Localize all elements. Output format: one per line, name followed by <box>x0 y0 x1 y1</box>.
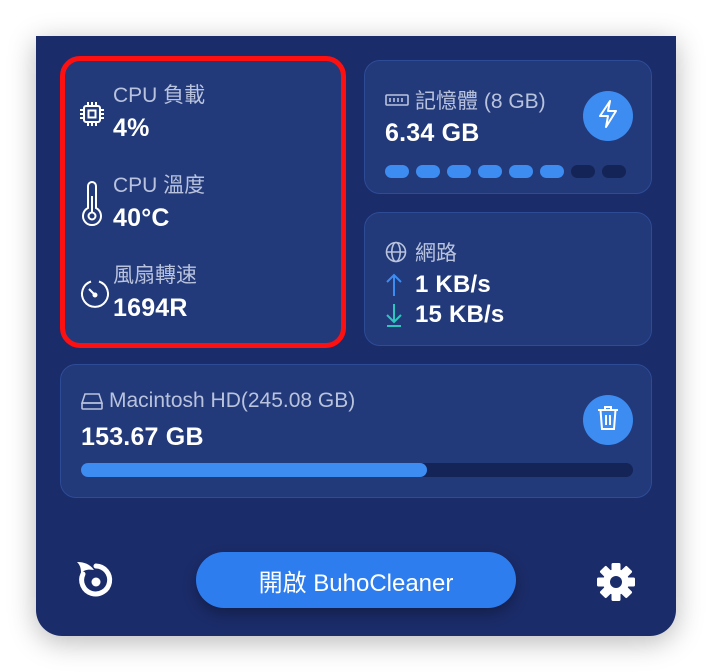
memory-dot <box>447 165 471 178</box>
download-arrow-icon <box>385 302 403 328</box>
open-buhocleaner-button[interactable]: 開啟 BuhoCleaner <box>196 552 516 608</box>
globe-icon <box>385 241 407 263</box>
network-label: 網路 <box>415 242 457 265</box>
memory-dot <box>509 165 533 178</box>
memory-card: 記憶體 (8 GB) 6.34 GB <box>364 60 652 194</box>
upload-arrow-icon <box>385 272 403 298</box>
memory-value: 6.34 GB <box>385 119 480 147</box>
network-card: 網路 1 KB/s 15 KB/s <box>364 212 652 346</box>
disk-label: Macintosh HD(245.08 GB) <box>109 389 356 412</box>
memory-boost-button[interactable] <box>583 91 633 141</box>
cpu-temp-value: 40°C <box>113 204 170 232</box>
memory-dot <box>540 165 564 178</box>
disk-usage-fill <box>81 463 428 477</box>
memory-dot <box>385 165 409 178</box>
memory-dot <box>478 165 502 178</box>
cpu-card: CPU 負載 4% CPU 溫度 40°C 風扇轉速 1694R <box>64 60 342 344</box>
download-speed: 15 KB/s <box>415 301 505 328</box>
disk-value: 153.67 GB <box>81 423 204 451</box>
lightning-icon <box>596 99 620 134</box>
memory-dot <box>571 165 595 178</box>
cpu-temp-stat: CPU 溫度 40°C <box>82 173 206 235</box>
memory-label: 記憶體 (8 GB) <box>415 90 546 113</box>
fan-speed-stat: 風扇轉速 1694R <box>81 263 197 325</box>
memory-dot <box>416 165 440 178</box>
cpu-load-value: 4% <box>113 114 150 142</box>
fan-speed-value: 1694R <box>113 294 188 322</box>
buho-logo-icon[interactable] <box>74 558 118 602</box>
memory-usage-dots <box>385 165 626 178</box>
cpu-load-label: CPU 負載 <box>113 84 206 107</box>
cpu-load-stat: CPU 負載 4% <box>80 83 206 145</box>
hard-drive-icon <box>81 392 103 410</box>
upload-speed: 1 KB/s <box>415 271 491 298</box>
trash-icon <box>597 405 619 436</box>
memory-dot <box>602 165 626 178</box>
disk-clean-button[interactable] <box>583 395 633 445</box>
buhocleaner-status-panel: CPU 負載 4% CPU 溫度 40°C 風扇轉速 1694R 記憶體 (8 … <box>36 36 676 636</box>
thermometer-icon <box>79 180 105 228</box>
gear-icon[interactable] <box>594 560 638 604</box>
memory-module-icon <box>385 93 409 107</box>
disk-usage-bar <box>81 463 633 477</box>
cpu-temp-label: CPU 溫度 <box>113 174 206 197</box>
fan-speed-label: 風扇轉速 <box>113 264 197 287</box>
cpu-chip-icon <box>79 101 105 127</box>
fan-gauge-icon <box>79 278 111 310</box>
disk-card: Macintosh HD(245.08 GB) 153.67 GB <box>60 364 652 498</box>
